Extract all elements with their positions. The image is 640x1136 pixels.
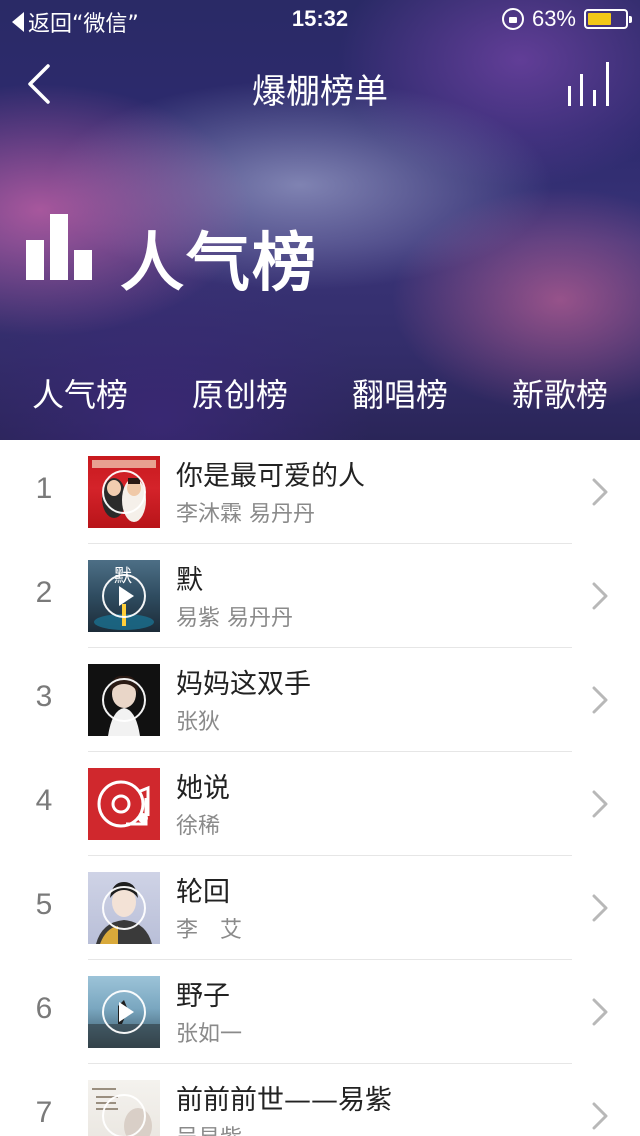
play-icon	[119, 586, 134, 606]
battery-fill	[588, 13, 611, 25]
album-cover	[88, 664, 160, 736]
chevron-right-icon	[592, 582, 608, 610]
play-ring	[102, 678, 146, 722]
list-item[interactable]: 5 轮回 李 艾	[0, 856, 640, 960]
album-cover	[88, 872, 160, 944]
song-artist: 李沐霖 易丹丹	[176, 502, 315, 527]
play-icon	[119, 1002, 134, 1022]
album-cover	[88, 768, 160, 840]
hero-title: 人气榜	[120, 227, 318, 301]
chevron-right-icon	[592, 998, 608, 1026]
rank-number: 1	[35, 472, 53, 505]
rank-number: 5	[35, 888, 53, 921]
song-artist: 吴易紫	[176, 1120, 242, 1136]
tab-new-songs[interactable]: 新歌榜	[480, 370, 640, 416]
song-artist: 张如一	[176, 1022, 243, 1047]
list-item[interactable]: 1 你是最可爱的人 李沐霖 易丹丹	[0, 440, 640, 544]
song-title: 妈妈这双手	[176, 669, 311, 700]
page-title: 爆棚榜单	[252, 72, 388, 112]
album-cover: 默	[88, 560, 160, 632]
song-artist: 徐稀	[176, 814, 221, 839]
tab-cover[interactable]: 翻唱榜	[320, 370, 480, 416]
song-title: 她说	[176, 773, 230, 804]
list-item[interactable]: 2 默 默 易紫 易丹丹	[0, 544, 640, 648]
battery-percent: 63%	[531, 6, 576, 31]
song-title: 你是最可爱的人	[176, 461, 365, 492]
list-item[interactable]: 6 野子 张如一	[0, 960, 640, 1064]
list-item[interactable]: 3 妈妈这双手 张狄	[0, 648, 640, 752]
song-artist: 易紫 易丹丹	[176, 606, 293, 631]
play-ring	[102, 886, 146, 930]
song-title: 前前前世——易紫	[176, 1085, 392, 1116]
play-ring	[102, 1094, 146, 1136]
tab-popular[interactable]: 人气榜	[0, 370, 160, 416]
rank-number: 4	[35, 784, 53, 817]
tab-original[interactable]: 原创榜	[160, 370, 320, 416]
song-artist: 李 艾	[176, 918, 243, 943]
battery-icon	[584, 9, 632, 29]
chevron-right-icon	[592, 478, 608, 506]
song-title: 轮回	[176, 877, 230, 908]
album-cover	[88, 976, 160, 1048]
song-title: 野子	[176, 981, 230, 1012]
song-list: 1 你是最可爱的人 李沐霖 易丹丹 2 默 默 易紫 易丹丹 3 妈妈这双手 张…	[0, 440, 640, 1136]
song-artist: 张狄	[176, 710, 221, 735]
chevron-right-icon	[592, 1102, 608, 1130]
chevron-right-icon	[592, 790, 608, 818]
chevron-right-icon	[592, 686, 608, 714]
rank-number: 7	[35, 1096, 53, 1129]
rank-number: 3	[35, 680, 53, 713]
chart-header: 返回“微信” 15:32 63% 爆棚榜单 人气榜 人气榜 原创榜 翻唱榜 新歌…	[0, 0, 640, 440]
status-bar: 返回“微信” 15:32 63%	[0, 0, 640, 40]
rotation-lock-icon	[501, 8, 524, 30]
rank-number: 6	[35, 992, 53, 1025]
list-item[interactable]: 4 她说 徐稀	[0, 752, 640, 856]
bar-chart-icon[interactable]	[566, 60, 614, 108]
album-cover	[88, 1080, 160, 1136]
list-item[interactable]: 7 前前前世——易紫 吴易紫	[0, 1064, 640, 1136]
music-note-logo-icon	[97, 780, 150, 828]
bar-chart-logo-icon	[26, 214, 92, 280]
song-title: 默	[176, 565, 203, 596]
play-ring	[102, 470, 146, 514]
rank-number: 2	[35, 576, 53, 609]
album-cover	[88, 456, 160, 528]
chevron-right-icon	[592, 894, 608, 922]
tab-bar: 人气榜 原创榜 翻唱榜 新歌榜	[0, 370, 640, 422]
status-right-group: 63%	[501, 6, 632, 32]
